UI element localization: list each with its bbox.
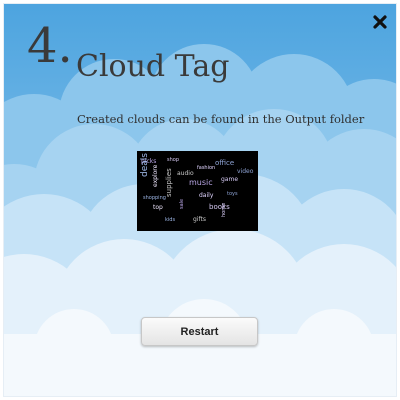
output-message: Created clouds can be found in the Outpu… <box>77 112 365 126</box>
dialog-frame: 4. Cloud Tag Created clouds can be found… <box>4 4 396 396</box>
word-cloud-word: home <box>221 203 227 217</box>
page-title: Cloud Tag <box>76 49 230 84</box>
word-cloud-word: kids <box>165 217 175 223</box>
word-cloud-word: gifts <box>193 216 206 223</box>
word-cloud-word: daily <box>199 192 214 199</box>
word-cloud-word: sale <box>179 199 185 209</box>
word-cloud-word: top <box>153 204 163 211</box>
close-button[interactable] <box>368 10 392 34</box>
word-cloud-word: music <box>189 178 213 187</box>
word-cloud-word: game <box>221 176 238 183</box>
word-cloud-word: audio <box>177 170 194 177</box>
word-cloud-word: shop <box>167 157 179 163</box>
word-cloud-word: supplies <box>165 168 173 197</box>
word-cloud-word: office <box>215 159 234 167</box>
word-cloud-word: deals <box>140 153 150 177</box>
step-number: 4. <box>27 18 73 74</box>
close-icon <box>373 15 387 29</box>
word-cloud-word: explore <box>152 164 159 187</box>
word-cloud-word: video <box>237 168 254 175</box>
word-cloud-word: shopping <box>143 195 166 201</box>
restart-button[interactable]: Restart <box>141 317 258 346</box>
word-cloud-thumbnail: picks shop deals audio fashion office explore m… <box>137 151 258 231</box>
word-cloud-word: toys <box>227 191 238 197</box>
word-cloud-image: picks shopdeals audiofashionofficeexplore m… <box>137 151 258 231</box>
word-cloud-word: fashion <box>197 165 215 171</box>
